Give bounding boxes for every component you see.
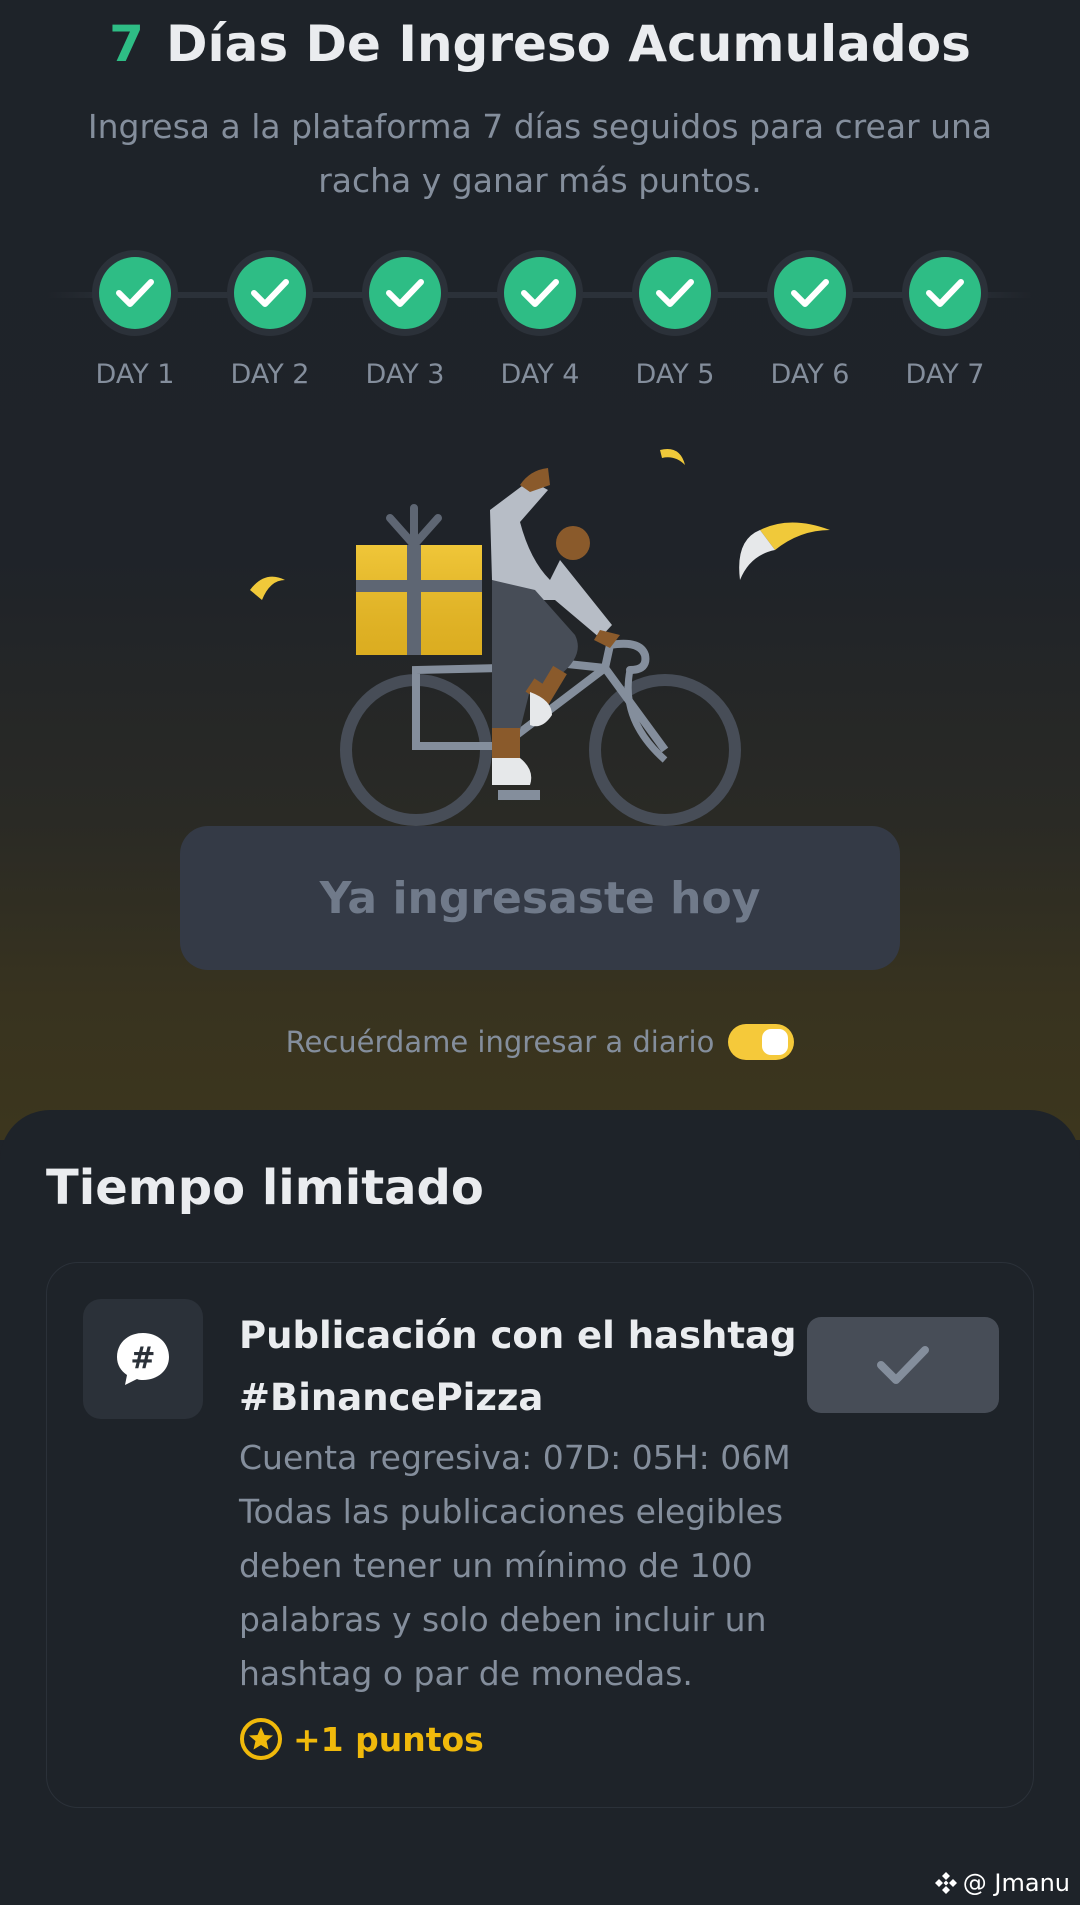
star-coin-icon	[240, 1718, 282, 1760]
streak-day-6: DAY 6	[760, 250, 860, 392]
checkmark-icon	[639, 257, 711, 329]
svg-text:#: #	[130, 1341, 155, 1376]
task-description-block: Cuenta regresiva: 07D: 05H: 06M Todas la…	[239, 1431, 799, 1701]
reward-points: +1 puntos	[293, 1719, 484, 1759]
task-completed-button[interactable]	[807, 1317, 999, 1413]
checkmark-icon	[504, 257, 576, 329]
day-label: DAY 5	[635, 359, 715, 390]
day-label: DAY 4	[500, 359, 580, 390]
streak-day-3: DAY 3	[355, 250, 455, 392]
streak-day-1: DAY 1	[85, 250, 185, 392]
streak-day-7: DAY 7	[895, 250, 995, 392]
checkmark-icon	[99, 257, 171, 329]
checkmark-icon	[909, 257, 981, 329]
cyclist-gift-illustration	[250, 449, 830, 826]
task-reward: +1 puntos	[239, 1715, 484, 1763]
page-subtitle: Ingresa a la plataforma 7 días seguidos …	[87, 107, 993, 200]
task-title: Publicación con el hashtag #BinancePizza	[239, 1314, 797, 1419]
checkmark-icon	[234, 257, 306, 329]
streak-tracker: DAY 1 DAY 2 DAY 3 DAY 4 DAY 5 DAY 6 DAY …	[48, 250, 1032, 390]
checkmark-icon	[774, 257, 846, 329]
streak-day-2: DAY 2	[220, 250, 320, 392]
toggle-knob	[762, 1029, 789, 1055]
checkmark-icon	[369, 257, 441, 329]
day-label: DAY 1	[95, 359, 175, 390]
streak-day-5: DAY 5	[625, 250, 725, 392]
task-description: Todas las publicaciones elegibles deben …	[239, 1492, 784, 1693]
checkin-button[interactable]: Ya ingresaste hoy	[180, 826, 900, 970]
days-count: 7	[109, 15, 144, 73]
streak-day-4: DAY 4	[490, 250, 590, 392]
task-countdown: Cuenta regresiva: 07D: 05H: 06M	[239, 1438, 791, 1477]
page-title: 7 Días De Ingreso Acumulados	[0, 14, 1080, 74]
hashtag-chat-icon: #	[83, 1299, 203, 1419]
day-label: DAY 7	[905, 359, 985, 390]
task-card: # Publicación con el hashtag #BinancePiz…	[46, 1262, 1034, 1808]
watermark: @ Jmanu	[933, 1869, 1070, 1897]
reminder-row: Recuérdame ingresar a diario	[0, 1022, 1080, 1062]
reminder-label: Recuérdame ingresar a diario	[285, 1025, 715, 1059]
day-label: DAY 3	[365, 359, 445, 390]
title-text: Días De Ingreso Acumulados	[165, 15, 971, 73]
reminder-toggle[interactable]	[728, 1024, 795, 1060]
binance-logo-icon	[934, 1872, 957, 1894]
checkmark-icon	[877, 1346, 929, 1384]
section-title: Tiempo limitado	[46, 1160, 484, 1216]
day-label: DAY 6	[770, 359, 850, 390]
day-label: DAY 2	[230, 359, 310, 390]
watermark-handle: @ Jmanu	[962, 1869, 1070, 1897]
